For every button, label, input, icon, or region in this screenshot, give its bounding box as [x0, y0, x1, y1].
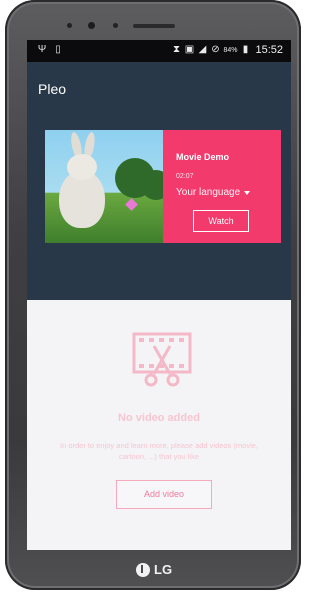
lg-logo-icon [136, 562, 150, 577]
tree [141, 170, 163, 200]
phone-frame: Ψ ▯ ⧗ ▣ ◢ ⊘ 84% ▮ 15:52 Pleo Movie Demo … [5, 0, 301, 590]
status-right: ⧗ ▣ ◢ ⊘ 84% ▮ 15:52 [171, 44, 283, 56]
no-sim-icon: ⊘ [211, 44, 220, 55]
movie-card[interactable]: Movie Demo 02:07 Your language Watch [45, 130, 281, 243]
header-section: Pleo Movie Demo 02:07 Your language Watc… [27, 62, 291, 300]
movie-title: Movie Demo [176, 152, 230, 162]
watch-button[interactable]: Watch [193, 210, 249, 232]
brand-logo: LG [136, 562, 172, 577]
app-title: Pleo [38, 81, 67, 97]
notification-icon: ▯ [55, 44, 61, 55]
movie-thumbnail[interactable] [45, 130, 163, 243]
empty-state: No video added In order to enjoy and lea… [27, 300, 291, 550]
battery-percent: 84% [223, 46, 238, 54]
status-time: 15:52 [255, 44, 283, 56]
vibrate-icon: ⧗ [172, 44, 180, 55]
language-dropdown[interactable]: Your language [176, 187, 251, 198]
add-video-button[interactable]: Add video [116, 480, 212, 509]
status-bar: Ψ ▯ ⧗ ▣ ◢ ⊘ 84% ▮ 15:52 [27, 40, 291, 62]
battery-icon: ▮ [242, 44, 249, 55]
caret-down-icon [244, 190, 251, 195]
status-left: Ψ ▯ [37, 45, 63, 55]
usb-icon: Ψ [37, 44, 47, 55]
movie-info: Movie Demo 02:07 Your language Watch [163, 130, 281, 243]
language-label: Your language [176, 187, 241, 198]
butterfly [125, 198, 138, 211]
screen: Ψ ▯ ⧗ ▣ ◢ ⊘ 84% ▮ 15:52 Pleo Movie Demo … [27, 40, 291, 550]
movie-duration: 02:07 [176, 173, 194, 180]
sensor-dot [67, 23, 72, 28]
brand-name: LG [154, 562, 173, 577]
front-camera [88, 22, 95, 29]
sensor-dot [113, 23, 118, 28]
signal-icon: ◢ [198, 44, 207, 55]
bunny-head [67, 154, 97, 180]
empty-title: No video added [118, 412, 200, 424]
earpiece-speaker [133, 24, 175, 28]
nfc-icon: ▣ [184, 44, 195, 55]
film-scissors-icon [132, 332, 192, 387]
empty-description: In order to enjoy and learn more, please… [59, 441, 259, 461]
